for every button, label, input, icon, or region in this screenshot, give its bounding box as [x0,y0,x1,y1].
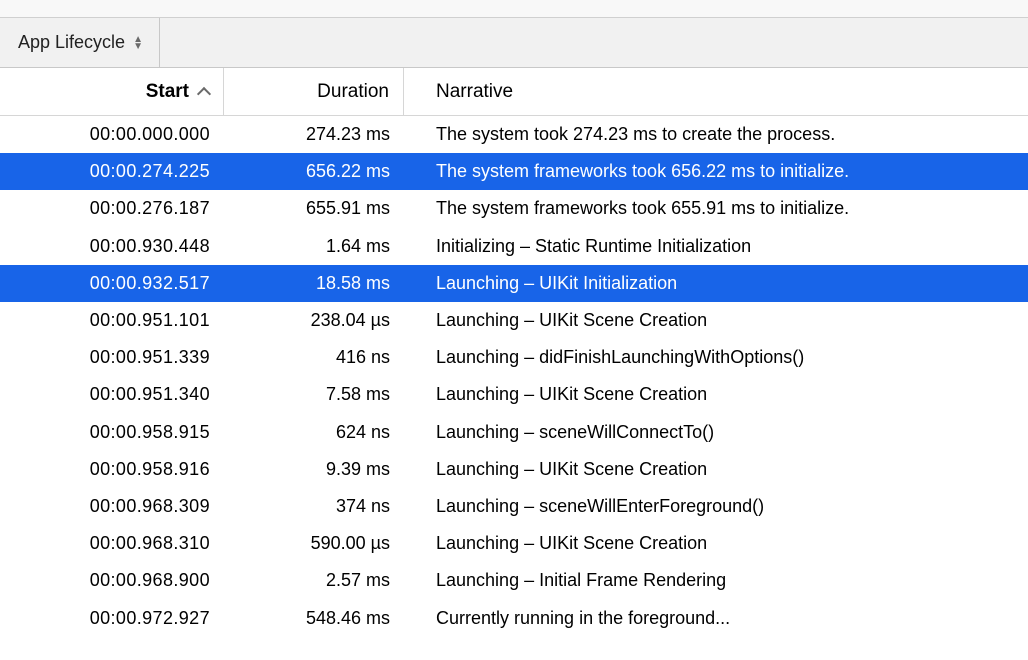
cell-start: 00:00.972.927 [0,608,224,629]
cell-start: 00:00.932.517 [0,273,224,294]
table-row[interactable]: 00:00.972.927548.46 msCurrently running … [0,599,1028,636]
cell-duration: 548.46 ms [224,608,404,629]
column-header-label: Duration [317,81,389,103]
cell-narrative: The system frameworks took 655.91 ms to … [404,198,1028,219]
table-row[interactable]: 00:00.930.4481.64 msInitializing – Stati… [0,228,1028,265]
cell-duration: 9.39 ms [224,459,404,480]
sort-ascending-icon [197,86,211,100]
cell-narrative: Launching – Initial Frame Rendering [404,570,1028,591]
cell-narrative: Launching – UIKit Scene Creation [404,533,1028,554]
scope-bar: App Lifecycle [0,18,1028,68]
table-header: Start Duration Narrative [0,68,1028,116]
cell-duration: 1.64 ms [224,236,404,257]
cell-narrative: Launching – sceneWillEnterForeground() [404,496,1028,517]
cell-start: 00:00.951.101 [0,310,224,331]
table-row[interactable]: 00:00.274.225656.22 msThe system framewo… [0,153,1028,190]
cell-start: 00:00.276.187 [0,198,224,219]
column-header-label: Narrative [436,81,513,103]
column-header-narrative[interactable]: Narrative [404,68,1028,115]
cell-start: 00:00.951.339 [0,347,224,368]
column-header-start[interactable]: Start [0,68,224,115]
cell-narrative: Initializing – Static Runtime Initializa… [404,236,1028,257]
cell-narrative: Launching – UIKit Scene Creation [404,384,1028,405]
table-body: 00:00.000.000274.23 msThe system took 27… [0,116,1028,637]
scope-tab-label: App Lifecycle [18,32,125,53]
cell-narrative: Launching – UIKit Scene Creation [404,310,1028,331]
scope-tab-app-lifecycle[interactable]: App Lifecycle [0,18,160,67]
cell-start: 00:00.968.900 [0,570,224,591]
cell-start: 00:00.958.916 [0,459,224,480]
cell-narrative: Launching – UIKit Scene Creation [404,459,1028,480]
cell-duration: 590.00 µs [224,533,404,554]
cell-duration: 374 ns [224,496,404,517]
cell-narrative: Launching – UIKit Initialization [404,273,1028,294]
cell-start: 00:00.274.225 [0,161,224,182]
table-row[interactable]: 00:00.932.51718.58 msLaunching – UIKit I… [0,265,1028,302]
cell-start: 00:00.000.000 [0,124,224,145]
cell-narrative: The system took 274.23 ms to create the … [404,124,1028,145]
cell-duration: 274.23 ms [224,124,404,145]
cell-duration: 656.22 ms [224,161,404,182]
dropdown-arrows-icon [133,36,143,50]
cell-narrative: Launching – sceneWillConnectTo() [404,422,1028,443]
table-row[interactable]: 00:00.951.339416 nsLaunching – didFinish… [0,339,1028,376]
table-row[interactable]: 00:00.968.309374 nsLaunching – sceneWill… [0,488,1028,525]
cell-narrative: The system frameworks took 656.22 ms to … [404,161,1028,182]
cell-start: 00:00.958.915 [0,422,224,443]
table-row[interactable]: 00:00.968.310590.00 µsLaunching – UIKit … [0,525,1028,562]
cell-duration: 2.57 ms [224,570,404,591]
cell-start: 00:00.968.309 [0,496,224,517]
cell-duration: 655.91 ms [224,198,404,219]
cell-narrative: Launching – didFinishLaunchingWithOption… [404,347,1028,368]
table-row[interactable]: 00:00.276.187655.91 msThe system framewo… [0,190,1028,227]
column-header-duration[interactable]: Duration [224,68,404,115]
table-row[interactable]: 00:00.951.3407.58 msLaunching – UIKit Sc… [0,376,1028,413]
toolbar-strip [0,0,1028,18]
cell-duration: 416 ns [224,347,404,368]
cell-duration: 238.04 µs [224,310,404,331]
cell-narrative: Currently running in the foreground... [404,608,1028,629]
table-row[interactable]: 00:00.000.000274.23 msThe system took 27… [0,116,1028,153]
table-row[interactable]: 00:00.968.9002.57 msLaunching – Initial … [0,562,1028,599]
cell-duration: 7.58 ms [224,384,404,405]
table-row[interactable]: 00:00.951.101238.04 µsLaunching – UIKit … [0,302,1028,339]
table-row[interactable]: 00:00.958.915624 nsLaunching – sceneWill… [0,414,1028,451]
cell-start: 00:00.930.448 [0,236,224,257]
table-row[interactable]: 00:00.958.9169.39 msLaunching – UIKit Sc… [0,451,1028,488]
cell-start: 00:00.951.340 [0,384,224,405]
column-header-label: Start [146,81,189,103]
cell-duration: 624 ns [224,422,404,443]
cell-duration: 18.58 ms [224,273,404,294]
cell-start: 00:00.968.310 [0,533,224,554]
